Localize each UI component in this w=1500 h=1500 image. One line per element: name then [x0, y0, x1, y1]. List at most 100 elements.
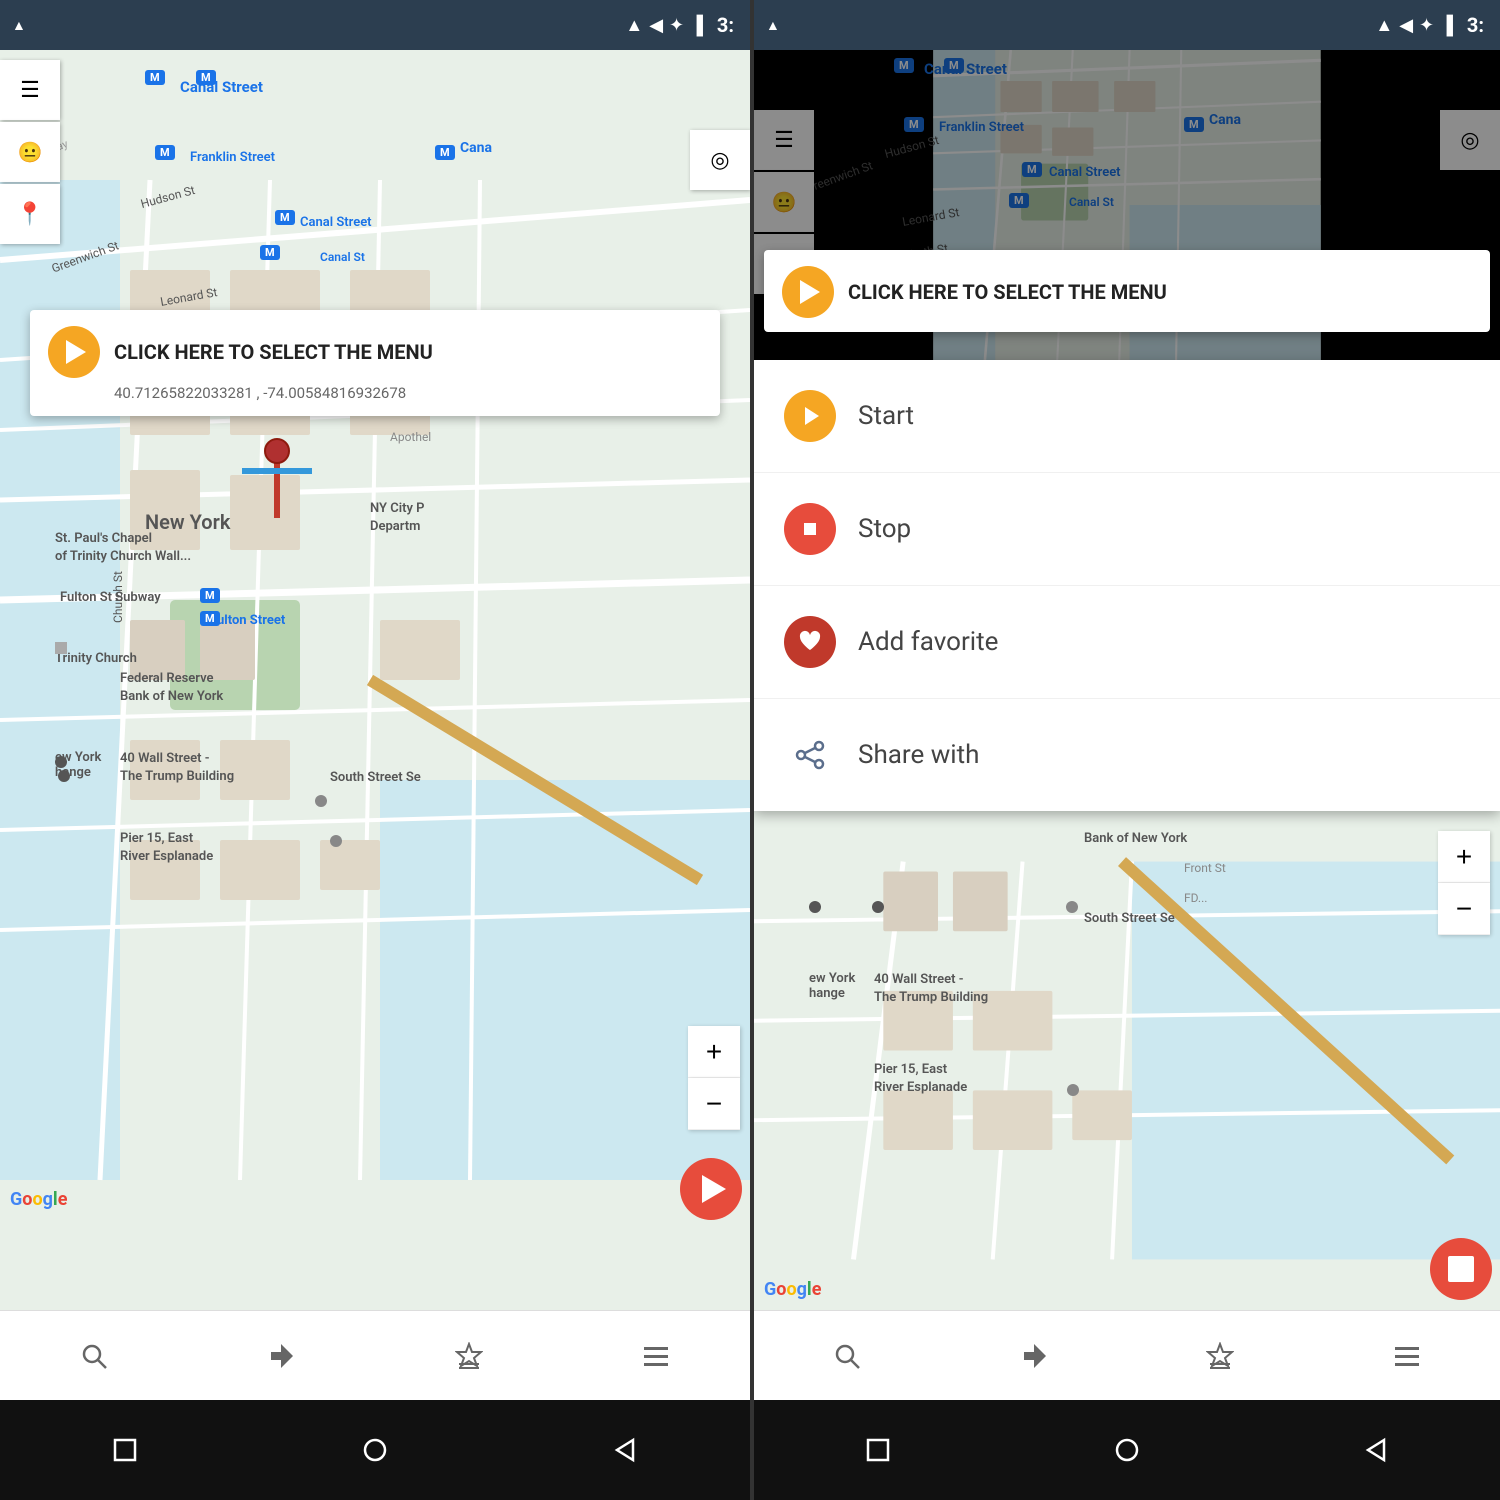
google-logo-left: Google — [10, 1189, 67, 1210]
android-square-icon-left — [111, 1436, 139, 1464]
fd-label-right: FD... — [1184, 891, 1207, 905]
record-button-right[interactable] — [1430, 1238, 1492, 1300]
apoth-label: Apothel — [390, 430, 431, 444]
map-area-right-top: Canal Street Franklin Street Canal Stree… — [754, 50, 1500, 360]
bluetooth-icon: ✦ — [669, 15, 684, 36]
search-nav-button-right[interactable] — [817, 1326, 877, 1386]
bottom-nav-left — [0, 1310, 750, 1400]
android-circle-icon-left — [361, 1436, 389, 1464]
zoom-out-button-right[interactable]: − — [1438, 883, 1490, 935]
map-svg-left — [0, 50, 750, 1310]
pier15-label: Pier 15, EastRiver Esplanade — [120, 830, 213, 866]
menu-label-start: Start — [858, 401, 914, 431]
menu-nav-icon-right — [1393, 1342, 1421, 1370]
menu-nav-icon-left — [642, 1342, 670, 1370]
record-play-icon — [702, 1175, 726, 1203]
directions-nav-button-right[interactable] — [1004, 1326, 1064, 1386]
poi-dot-r4 — [1067, 1084, 1079, 1096]
menu-nav-button-left[interactable] — [626, 1326, 686, 1386]
poi-dot-r1 — [809, 901, 821, 913]
metro-badge-5: M — [260, 245, 280, 260]
new-york-city-label: New York — [145, 510, 230, 534]
starred-nav-button-right[interactable] — [1190, 1326, 1250, 1386]
poi-dot-3 — [58, 770, 70, 782]
favorite-icon-circle — [784, 616, 836, 668]
start-play-icon — [797, 403, 823, 429]
directions-nav-icon-left — [267, 1342, 295, 1370]
poi-dot-1 — [55, 642, 67, 654]
location-button[interactable]: 📍 — [0, 184, 60, 244]
metro-badge-cana: M — [435, 145, 455, 160]
zoom-in-button[interactable]: + — [688, 1026, 740, 1078]
android-back-button-left[interactable] — [595, 1420, 655, 1480]
search-nav-button-left[interactable] — [64, 1326, 124, 1386]
wifi-icon-right: ▲ — [1375, 15, 1393, 36]
stpauls-label: St. Paul's Chapelof Trinity Church Wall.… — [55, 530, 191, 566]
share-icon — [793, 738, 827, 772]
right-phone-panel: ▲ ▲ ◀ ✦ ▐ 3: — [754, 0, 1500, 1500]
search-nav-icon-left — [80, 1342, 108, 1370]
google-logo-right: Google — [764, 1279, 821, 1300]
menu-nav-button-right[interactable] — [1377, 1326, 1437, 1386]
share-icon-circle — [784, 729, 836, 781]
zoom-controls-right: + − — [1438, 831, 1490, 935]
battery-icon: ▐ — [690, 15, 703, 36]
menu-label-stop: Stop — [858, 514, 911, 544]
layers-button[interactable]: ☰ — [0, 60, 60, 120]
notification-icon: ▲ — [12, 17, 26, 34]
notification-icon-right: ▲ — [766, 17, 780, 34]
stop-square-icon — [797, 516, 823, 542]
balloon-title-right: CLICK HERE TO SELECT THE MENU — [848, 280, 1167, 304]
menu-item-start[interactable]: Start — [754, 360, 1500, 473]
status-bar-left: ▲ ▲ ◀ ✦ ▐ 3: — [0, 0, 750, 50]
menu-item-favorite[interactable]: Add favorite — [754, 586, 1500, 699]
directions-nav-button-left[interactable] — [251, 1326, 311, 1386]
fulton-subway-metro: M — [200, 588, 220, 603]
android-circle-icon-right — [1113, 1436, 1141, 1464]
signal-icon: ◀ — [649, 15, 663, 36]
balloon-coords-left: 40.71265822033281 , -74.00584816932678 — [114, 384, 702, 402]
android-back-button-right[interactable] — [1346, 1420, 1406, 1480]
stop-icon-circle — [784, 503, 836, 555]
menu-item-stop[interactable]: Stop — [754, 473, 1500, 586]
play-icon-left — [48, 326, 100, 378]
poi-dot-4 — [315, 795, 327, 807]
status-icons-right: ▲ ◀ ✦ ▐ 3: — [1375, 13, 1484, 37]
wall-street-label: 40 Wall Street -The Trump Building — [120, 750, 234, 786]
poi-dot-2 — [55, 756, 67, 768]
zoom-out-button[interactable]: − — [688, 1078, 740, 1130]
fed-reserve-label: Federal ReserveBank of New York — [120, 670, 223, 706]
poi-dot-r3 — [1066, 901, 1078, 913]
zoom-in-button-right[interactable]: + — [1438, 831, 1490, 883]
face-button[interactable]: 😐 — [0, 122, 60, 182]
info-balloon-left[interactable]: CLICK HERE TO SELECT THE MENU 40.7126582… — [30, 310, 720, 416]
start-icon-circle — [784, 390, 836, 442]
metro-badge-3: M — [155, 145, 175, 160]
map-area-left[interactable]: Canal Street Franklin Street Canal Stree… — [0, 50, 750, 1310]
android-nav-right — [754, 1400, 1500, 1500]
fulton-subway-label: Fulton St Subway — [60, 590, 161, 605]
android-square-button-left[interactable] — [95, 1420, 155, 1480]
metro-badge-2: M — [196, 70, 216, 85]
wall-street-label-right: 40 Wall Street -The Trump Building — [874, 971, 988, 1007]
bottom-nav-right — [754, 1310, 1500, 1400]
android-back-icon-left — [611, 1436, 639, 1464]
android-circle-button-left[interactable] — [345, 1420, 405, 1480]
face-icon: 😐 — [18, 140, 43, 165]
menu-item-share[interactable]: Share with — [754, 699, 1500, 811]
status-time-right: 3: — [1467, 13, 1484, 37]
new-york-label-right: ew Yorkhange — [809, 971, 855, 1001]
starred-nav-button-left[interactable] — [439, 1326, 499, 1386]
gps-button[interactable]: ◎ — [690, 130, 750, 190]
directions-nav-icon-right — [1020, 1342, 1048, 1370]
starred-nav-icon-right — [1206, 1342, 1234, 1370]
poi-dot-5 — [330, 835, 342, 847]
android-circle-button-right[interactable] — [1097, 1420, 1157, 1480]
record-button-left[interactable] — [680, 1158, 742, 1220]
record-square-icon — [1448, 1256, 1474, 1282]
android-square-button-right[interactable] — [848, 1420, 908, 1480]
info-balloon-right[interactable]: CLICK HERE TO SELECT THE MENU — [764, 250, 1490, 332]
search-nav-icon-right — [833, 1342, 861, 1370]
location-icon: 📍 — [16, 201, 43, 227]
poi-dot-r2 — [872, 901, 884, 913]
